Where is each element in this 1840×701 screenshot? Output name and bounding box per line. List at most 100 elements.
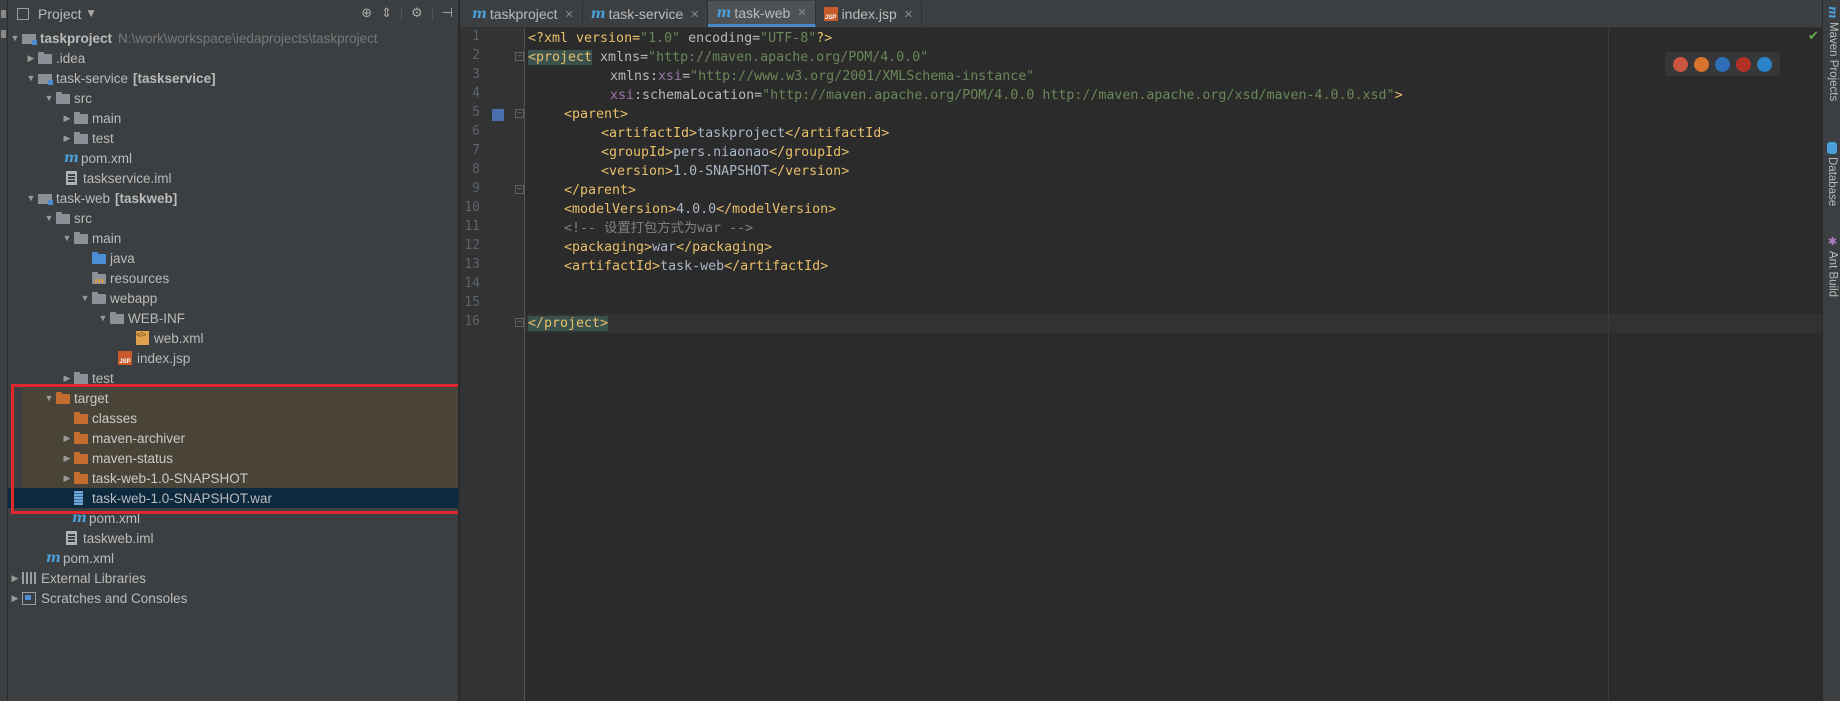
override-marker-icon[interactable] <box>492 109 504 121</box>
line-number: 8 <box>472 162 480 177</box>
tree-item-pom-xml[interactable]: m pom.xml <box>8 508 458 528</box>
chevron-down-icon[interactable]: ▼ <box>42 213 56 223</box>
safari-icon[interactable] <box>1715 56 1730 72</box>
opera-icon[interactable] <box>1736 56 1751 72</box>
favorites-strip-mark[interactable] <box>1 10 6 18</box>
close-icon[interactable]: ✕ <box>797 6 806 19</box>
tree-item-external-libraries[interactable]: ▶ External Libraries <box>8 568 458 588</box>
code-token: <version> <box>601 164 674 179</box>
tree-item-main[interactable]: ▶ main <box>8 108 458 128</box>
chevron-right-icon[interactable]: ▶ <box>60 133 74 144</box>
chevron-down-icon[interactable]: ▼ <box>88 9 95 19</box>
chevron-down-icon[interactable]: ▼ <box>42 93 56 103</box>
tree-item-webapp[interactable]: ▼ webapp <box>8 288 458 308</box>
tree-item-taskservice-iml[interactable]: taskservice.iml <box>8 168 458 188</box>
fold-marker-icon[interactable]: − <box>515 318 524 327</box>
database-tab[interactable]: Database <box>1826 142 1838 206</box>
tree-item-src[interactable]: ▼ src <box>8 208 458 228</box>
tree-item-war-file[interactable]: task-web-1.0-SNAPSHOT.war <box>8 488 458 508</box>
tree-item-classes[interactable]: classes <box>8 408 458 428</box>
fold-marker-icon[interactable]: − <box>515 52 524 61</box>
chevron-down-icon[interactable]: ▼ <box>60 233 74 243</box>
firefox-icon[interactable] <box>1694 56 1709 72</box>
ie-icon[interactable] <box>1757 56 1772 72</box>
tree-item-scratches[interactable]: ▶ Scratches and Consoles <box>8 588 458 608</box>
code-token: </parent> <box>564 183 637 198</box>
chrome-icon[interactable] <box>1673 56 1688 72</box>
tree-item-web-inf[interactable]: ▼ WEB-INF <box>8 308 458 328</box>
chevron-right-icon[interactable]: ▶ <box>60 433 74 444</box>
fold-marker-icon[interactable]: − <box>515 185 524 194</box>
tree-item-main[interactable]: ▼ main <box>8 228 458 248</box>
tree-item-label: taskservice.iml <box>83 170 172 186</box>
code-token: </artifactId> <box>724 259 829 274</box>
chevron-down-icon[interactable]: ▼ <box>24 73 38 83</box>
sync-icon[interactable]: ⊕ <box>361 6 372 21</box>
chevron-right-icon[interactable]: ▶ <box>60 373 74 384</box>
chevron-down-icon[interactable]: ▼ <box>8 33 22 43</box>
inspection-ok-icon[interactable]: ✔ <box>1808 29 1819 44</box>
tree-item-maven-archiver[interactable]: ▶ maven-archiver <box>8 428 458 448</box>
close-icon[interactable]: ✕ <box>904 8 913 21</box>
tab-taskproject[interactable]: m taskproject ✕ <box>464 1 583 27</box>
tree-item-java[interactable]: java <box>8 248 458 268</box>
code-token: <?xml version= <box>528 31 641 46</box>
tree-item-maven-status[interactable]: ▶ maven-status <box>8 448 458 468</box>
tree-item-task-web-snapshot[interactable]: ▶ task-web-1.0-SNAPSHOT <box>8 468 458 488</box>
code-token: :schemaLocation= <box>634 88 763 103</box>
chevron-right-icon[interactable]: ▶ <box>8 573 22 584</box>
fold-marker-icon[interactable]: − <box>515 109 524 118</box>
right-margin-guide <box>1608 28 1609 701</box>
code-token: xmlns= <box>592 50 649 65</box>
structure-strip-mark[interactable] <box>1 30 6 38</box>
tree-item-target[interactable]: ▼ target <box>8 388 458 408</box>
right-tool-strip: m Maven Projects Database ✱ Ant Build <box>1822 0 1840 701</box>
maven-projects-tab[interactable]: m Maven Projects <box>1826 6 1840 101</box>
editor-gutter: 1 2 3 4 5 6 7 8 9 10 11 12 13 14 15 16 −… <box>460 28 525 701</box>
code-token: "http://maven.apache.org/POM/4.0.0" <box>648 50 929 65</box>
tree-item-taskproject[interactable]: ▼ taskproject N:\work\workspace\iedaproj… <box>8 28 458 48</box>
tree-item-idea[interactable]: ▶ .idea <box>8 48 458 68</box>
chevron-right-icon[interactable]: ▶ <box>8 593 22 604</box>
tree-item-resources[interactable]: resources <box>8 268 458 288</box>
tree-item-index-jsp[interactable]: JSP index.jsp <box>8 348 458 368</box>
tree-item-pom-xml[interactable]: m pom.xml <box>8 548 458 568</box>
code-token: <groupId> <box>601 145 674 160</box>
maven-icon: m <box>72 510 87 526</box>
tree-item-test[interactable]: ▶ test <box>8 368 458 388</box>
chevron-right-icon[interactable]: ▶ <box>24 53 38 64</box>
tab-task-service[interactable]: m task-service ✕ <box>583 1 709 27</box>
excluded-folder-icon <box>74 452 88 464</box>
resources-folder-icon <box>92 272 106 284</box>
chevron-right-icon[interactable]: ▶ <box>60 473 74 484</box>
gear-icon[interactable]: ⚙ <box>411 6 423 21</box>
line-number: 12 <box>464 238 480 253</box>
chevron-down-icon[interactable]: ▼ <box>42 393 56 403</box>
tree-item-pom-xml[interactable]: m pom.xml <box>8 148 458 168</box>
close-icon[interactable]: ✕ <box>690 8 699 21</box>
chevron-down-icon[interactable]: ▼ <box>96 313 110 323</box>
tree-item-task-web[interactable]: ▼ task-web [taskweb] <box>8 188 458 208</box>
line-number: 5 <box>472 105 480 120</box>
code-line-5: <parent> <box>564 105 628 124</box>
tree-item-src[interactable]: ▼ src <box>8 88 458 108</box>
tree-item-test[interactable]: ▶ test <box>8 128 458 148</box>
chevron-right-icon[interactable]: ▶ <box>60 113 74 124</box>
chevron-down-icon[interactable]: ▼ <box>24 193 38 203</box>
tab-task-web[interactable]: m task-web ✕ <box>708 1 816 27</box>
project-title[interactable]: Project <box>38 6 82 22</box>
ant-build-tab[interactable]: ✱ Ant Build <box>1826 235 1839 297</box>
folder-icon <box>110 312 124 324</box>
tree-item-label: test <box>92 130 114 146</box>
tree-item-web-xml[interactable]: web.xml <box>8 328 458 348</box>
chevron-right-icon[interactable]: ▶ <box>60 453 74 464</box>
tree-item-taskweb-iml[interactable]: taskweb.iml <box>8 528 458 548</box>
hide-panel-icon[interactable]: ⊣ <box>442 6 453 21</box>
close-icon[interactable]: ✕ <box>565 8 574 21</box>
chevron-down-icon[interactable]: ▼ <box>78 293 92 303</box>
code-token: </packaging> <box>676 240 773 255</box>
tab-index-jsp[interactable]: JSP index.jsp ✕ <box>816 1 923 27</box>
project-tool-window: Project ▼ ⊕ ⇕ ⚙ ⊣ ▼ taskproject N:\work\… <box>8 0 459 701</box>
collapse-all-icon[interactable]: ⇕ <box>381 6 392 21</box>
tree-item-task-service[interactable]: ▼ task-service [taskservice] <box>8 68 458 88</box>
